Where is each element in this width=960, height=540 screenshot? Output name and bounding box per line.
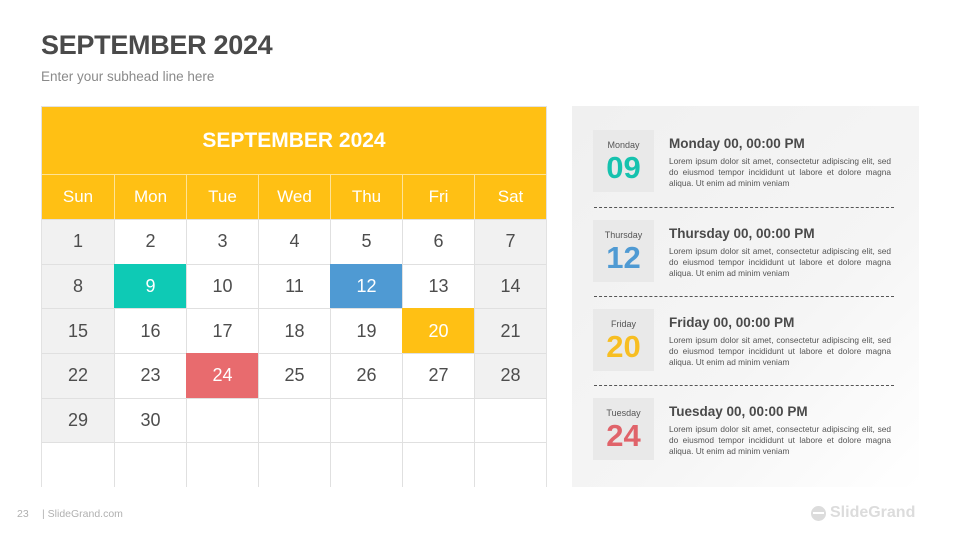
weekday-label: Mon (114, 174, 186, 219)
event-weekday: Thursday (604, 230, 643, 240)
brand-logo-icon (811, 505, 826, 521)
event-item: Thursday 12 Thursday 00, 00:00 PM Lorem … (593, 220, 903, 284)
calendar-empty-cell (258, 397, 330, 443)
page-number: 23 (17, 508, 29, 520)
calendar-empty-cell (114, 442, 186, 487)
calendar-day-8[interactable]: 8 (42, 263, 114, 309)
event-weekday: Friday (610, 319, 636, 329)
calendar-day-4[interactable]: 4 (258, 219, 330, 264)
event-description: Lorem ipsum dolor sit amet, consectetur … (669, 424, 891, 456)
calendar-empty-cell (402, 397, 474, 443)
calendar-day-25[interactable]: 25 (258, 353, 330, 398)
weekday-label: Sun (42, 174, 114, 219)
event-date-box: Thursday 12 (593, 220, 654, 282)
event-title: Friday 00, 00:00 PM (669, 315, 795, 330)
calendar-empty-cell (330, 442, 402, 487)
event-day-number: 12 (606, 240, 641, 275)
calendar-day-6[interactable]: 6 (402, 219, 474, 264)
calendar-empty-cell (474, 442, 546, 487)
footer-site: | SlideGrand.com (42, 508, 123, 520)
calendar-day-28[interactable]: 28 (474, 353, 546, 398)
event-description: Lorem ipsum dolor sit amet, consectetur … (669, 156, 891, 188)
calendar-header: SEPTEMBER 2024 (42, 107, 546, 174)
event-weekday: Monday (607, 140, 640, 150)
event-item: Tuesday 24 Tuesday 00, 00:00 PM Lorem ip… (593, 398, 903, 462)
calendar-day-13[interactable]: 13 (402, 263, 474, 309)
calendar-empty-cell (186, 442, 258, 487)
calendar-day-5[interactable]: 5 (330, 219, 402, 264)
brand-name: SlideGrand (830, 504, 916, 521)
calendar-day-21[interactable]: 21 (474, 308, 546, 353)
calendar-day-26[interactable]: 26 (330, 353, 402, 398)
weekday-label: Thu (330, 174, 402, 219)
event-title: Monday 00, 00:00 PM (669, 136, 805, 151)
event-day-number: 24 (606, 418, 641, 453)
dashed-divider (594, 385, 894, 386)
calendar-day-19[interactable]: 19 (330, 308, 402, 353)
calendar-day-12[interactable]: 12 (330, 263, 402, 309)
calendar-day-9[interactable]: 9 (114, 263, 186, 309)
dashed-divider (594, 296, 894, 297)
calendar-grid: 1 2 3 4 5 6 7 8 9 10 11 12 13 14 15 16 17 18 19 20 21 22 23 24 2… (42, 219, 546, 487)
month-calendar: SEPTEMBER 2024 Sun Mon Tue Wed Thu Fri S… (41, 106, 547, 487)
calendar-empty-cell (330, 397, 402, 443)
events-panel: Monday 09 Monday 00, 00:00 PM Lorem ipsu… (572, 106, 919, 487)
event-title: Thursday 00, 00:00 PM (669, 226, 815, 241)
calendar-day-24[interactable]: 24 (186, 353, 258, 398)
event-item: Friday 20 Friday 00, 00:00 PM Lorem ipsu… (593, 309, 903, 373)
calendar-day-27[interactable]: 27 (402, 353, 474, 398)
calendar-day-17[interactable]: 17 (186, 308, 258, 353)
event-day-number: 20 (606, 329, 641, 364)
slide-subhead: Enter your subhead line here (41, 69, 215, 84)
calendar-empty-cell (258, 442, 330, 487)
event-title: Tuesday 00, 00:00 PM (669, 404, 808, 419)
event-day-number: 09 (606, 150, 641, 185)
dashed-divider (594, 207, 894, 208)
weekday-label: Fri (402, 174, 474, 219)
calendar-day-2[interactable]: 2 (114, 219, 186, 264)
calendar-day-30[interactable]: 30 (114, 397, 186, 443)
event-date-box: Monday 09 (593, 130, 654, 192)
calendar-day-11[interactable]: 11 (258, 263, 330, 309)
weekday-label: Tue (186, 174, 258, 219)
slide-title: SEPTEMBER 2024 (41, 30, 273, 60)
calendar-day-18[interactable]: 18 (258, 308, 330, 353)
calendar-day-15[interactable]: 15 (42, 308, 114, 353)
calendar-day-22[interactable]: 22 (42, 353, 114, 398)
calendar-empty-cell (402, 442, 474, 487)
brand-logo: SlideGrand (811, 504, 915, 522)
weekday-label: Wed (258, 174, 330, 219)
event-weekday: Tuesday (606, 408, 641, 418)
calendar-day-3[interactable]: 3 (186, 219, 258, 264)
calendar-empty-cell (474, 397, 546, 443)
event-item: Monday 09 Monday 00, 00:00 PM Lorem ipsu… (593, 130, 903, 194)
calendar-day-20[interactable]: 20 (402, 308, 474, 353)
calendar-day-29[interactable]: 29 (42, 397, 114, 443)
calendar-day-1[interactable]: 1 (42, 219, 114, 264)
calendar-day-10[interactable]: 10 (186, 263, 258, 309)
weekday-row: Sun Mon Tue Wed Thu Fri Sat (42, 174, 546, 219)
event-date-box: Friday 20 (593, 309, 654, 371)
calendar-empty-cell (42, 442, 114, 487)
calendar-day-16[interactable]: 16 (114, 308, 186, 353)
calendar-day-14[interactable]: 14 (474, 263, 546, 309)
calendar-empty-cell (186, 397, 258, 443)
calendar-day-23[interactable]: 23 (114, 353, 186, 398)
event-description: Lorem ipsum dolor sit amet, consectetur … (669, 335, 891, 367)
calendar-day-7[interactable]: 7 (474, 219, 546, 264)
event-date-box: Tuesday 24 (593, 398, 654, 460)
event-description: Lorem ipsum dolor sit amet, consectetur … (669, 246, 891, 278)
weekday-label: Sat (474, 174, 546, 219)
